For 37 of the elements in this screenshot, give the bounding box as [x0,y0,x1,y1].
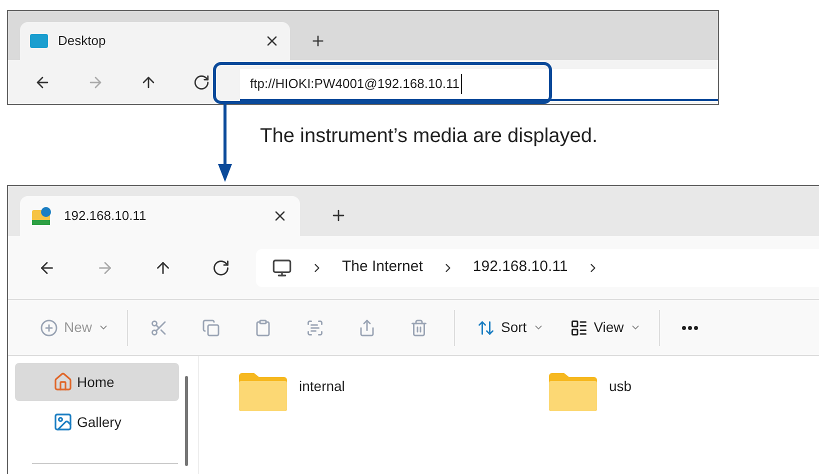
share-icon [358,318,376,336]
address-bar[interactable]: The Internet 192.168.10.11 [256,248,819,286]
breadcrumb-item[interactable]: The Internet [342,256,423,279]
sort-arrows-icon [477,318,496,336]
desktop-icon [30,34,48,48]
scissors-icon [150,318,168,336]
sort-button[interactable]: Sort [469,310,552,344]
address-text: ftp://HIOKI:PW4001@192.168.10.11 [250,74,462,94]
folder-item[interactable]: usb [547,372,657,474]
folder-item[interactable]: internal [237,372,347,474]
folder-icon [237,372,289,412]
new-tab-icon[interactable] [330,207,347,224]
tab-title: Desktop [58,32,107,50]
monitor-icon [272,258,292,278]
network-folder-icon [32,207,52,225]
view-button[interactable]: View [562,310,649,344]
explorer-tab[interactable]: 192.168.10.11 [20,196,300,236]
sidebar-item[interactable]: Home [15,363,179,401]
breadcrumb-item[interactable]: 192.168.10.11 [472,256,568,279]
home-icon [53,372,73,392]
scrollbar[interactable] [185,376,188,466]
folder-icon [547,372,599,412]
caption: The instrument’s media are displayed. [260,125,598,147]
refresh-icon[interactable] [193,74,210,90]
tab-title: 192.168.10.11 [64,207,148,226]
plus-circle-icon [40,318,58,336]
browser-tab[interactable]: Desktop [20,22,290,60]
rename-icon [306,318,324,336]
more-dots-icon [682,326,698,330]
address-field[interactable]: ftp://HIOKI:PW4001@192.168.10.11 [240,69,718,101]
trash-icon [410,318,428,336]
picture-icon [53,412,73,432]
refresh-icon[interactable] [212,258,230,276]
clipboard-icon [254,318,272,336]
copy-icon [202,318,220,336]
list-view-icon [570,318,588,336]
new-tab-icon[interactable] [310,33,326,49]
